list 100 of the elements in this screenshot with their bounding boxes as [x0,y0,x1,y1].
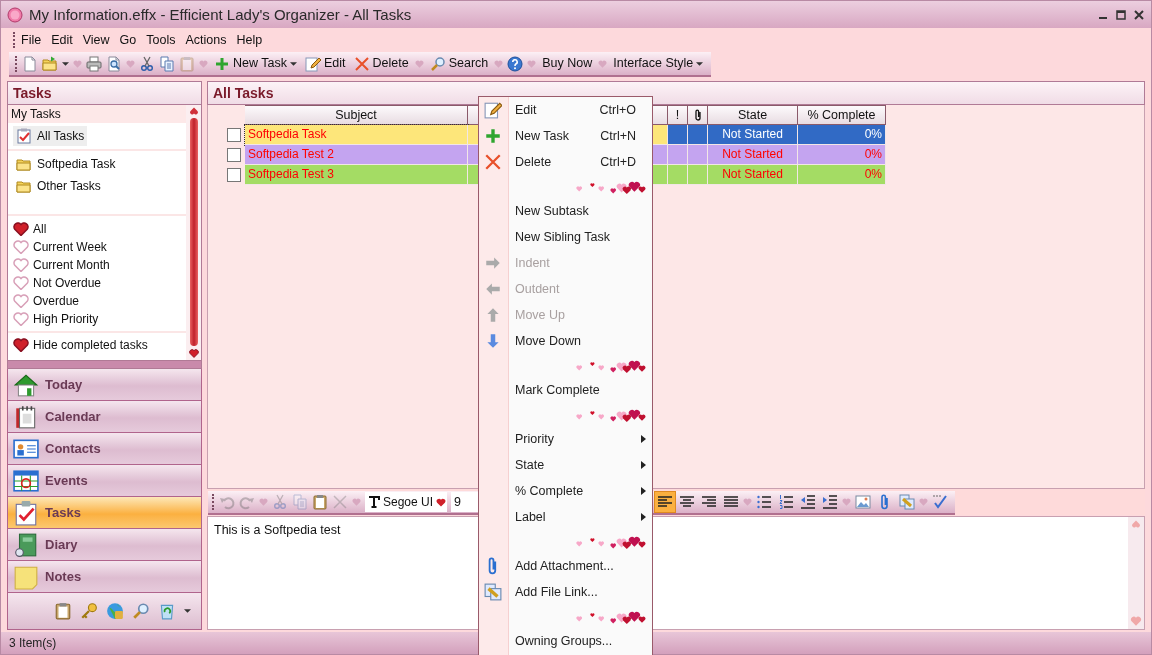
column-header[interactable]: Subject [245,105,468,125]
nav-button[interactable]: Events [7,465,202,497]
caret-icon[interactable] [62,61,69,66]
caret-icon[interactable] [184,609,191,613]
search-icon[interactable] [132,602,150,620]
menu-item[interactable]: Edit [46,30,78,50]
menu-item[interactable]: State [479,452,652,478]
menu-item[interactable]: New Subtask [479,198,652,224]
panel-title: Tasks [7,81,202,105]
nav-button[interactable]: Calendar [7,401,202,433]
nav-button[interactable]: Contacts [7,433,202,465]
maximize-icon[interactable] [1115,8,1127,21]
caret-icon [289,61,297,66]
printer-icon[interactable] [86,55,102,72]
scroll-up-icon [188,107,199,115]
table-cell[interactable] [668,165,688,185]
heart-divider-icon [259,498,268,506]
menu-item[interactable]: New Task Ctrl+N [479,123,652,149]
buy-now-button[interactable]: Buy Now [540,55,595,72]
table-cell[interactable] [668,145,688,165]
scrollbar[interactable] [186,105,201,360]
delete-icon [484,153,502,171]
delete-button[interactable]: Delete [351,54,411,73]
tree-header: My Tasks [11,106,61,122]
window-title: My Information.effx - Efficient Lady's Organizer - All Tasks [29,5,413,24]
menu-item[interactable]: Mark Complete [479,377,652,403]
edit-button[interactable]: Edit [302,54,348,73]
filter-item[interactable]: Current Month [13,256,110,274]
submenu-arrow-icon [641,513,646,521]
font-icon [368,496,380,508]
align-left-button[interactable] [654,491,676,513]
menu-item[interactable]: Move Down [479,328,652,354]
file-link-icon [899,494,915,510]
tree-item[interactable]: All Tasks [13,126,88,146]
filter-item[interactable]: High Priority [13,310,99,328]
indent-icon [822,494,838,510]
key-icon[interactable] [80,602,98,620]
interface-style-button[interactable]: Interface Style [611,55,706,72]
menu-item[interactable]: Add Attachment... [479,553,652,579]
recycle-bin-icon[interactable] [158,602,176,620]
menu-item[interactable]: Owning Groups... [479,628,652,654]
table-cell[interactable] [668,125,688,145]
menu-item[interactable]: Actions [180,30,232,50]
search-icon [429,55,446,72]
dropdown-heart-icon[interactable] [436,497,447,507]
clipboard-icon[interactable] [54,602,72,620]
filter-item[interactable]: All [13,220,47,238]
column-header[interactable]: State [708,105,798,125]
menu-item[interactable]: Add File Link... [479,579,652,605]
tree-item[interactable]: Other Tasks [13,176,104,196]
column-header[interactable] [688,105,708,125]
table-cell[interactable]: Not Started [708,125,798,145]
table-cell[interactable] [688,165,708,185]
help-icon[interactable] [507,55,524,72]
submenu-arrow-icon [641,435,646,443]
close-icon[interactable] [1133,8,1145,21]
table-cell[interactable] [688,145,708,165]
checkbox[interactable] [227,168,241,182]
new-document-icon[interactable] [22,55,38,72]
checkbox[interactable] [227,128,241,142]
nav-button[interactable]: Diary [7,529,202,561]
globe-icon[interactable] [106,602,124,620]
font-field[interactable]: Segoe UI [365,492,447,512]
nav-button[interactable]: Notes [7,561,202,593]
nav-button[interactable]: Tasks [7,497,202,529]
menu-item[interactable]: Delete Ctrl+D [479,149,652,175]
column-header[interactable]: % Complete [798,105,886,125]
align-center-icon [679,494,695,510]
filter-item[interactable]: Not Overdue [13,274,102,292]
table-cell[interactable] [688,125,708,145]
file-link-icon [484,583,502,601]
tree-item[interactable]: Softpedia Task [13,154,119,174]
file-link-button[interactable] [896,491,918,513]
events-grid-icon [13,467,39,494]
menu-item[interactable]: New Sibling Task [479,224,652,250]
filter-item[interactable]: Current Week [13,238,107,256]
heart-divider-icon [126,59,135,68]
print-preview-icon[interactable] [106,55,122,72]
heart-divider-icon [842,498,851,506]
menu-item[interactable]: Priority [479,426,652,452]
book-icon [13,531,39,558]
copy-icon[interactable] [159,55,175,72]
menu-item[interactable]: View [77,30,115,50]
table-cell[interactable]: 0% [798,125,886,145]
hide-completed-checkbox[interactable]: Hide completed tasks [13,336,148,354]
scissors-icon[interactable] [139,55,155,72]
filter-item[interactable]: Overdue [13,292,80,310]
menu-item[interactable]: File [16,30,47,50]
new-task-button[interactable]: New Task [212,54,299,73]
menu-item[interactable]: Go [114,30,142,50]
scrollbar[interactable] [1128,517,1144,629]
checkbox[interactable] [227,148,241,162]
nav-button[interactable]: Today [7,369,202,401]
menu-item[interactable]: Help [231,30,268,50]
paperclip-icon [693,109,702,121]
heart-divider-icon [598,59,608,68]
clipboard-icon[interactable] [312,494,328,510]
column-header[interactable]: ! [668,105,688,125]
search-button[interactable]: Search [427,54,491,73]
menu-item[interactable]: Tools [141,30,181,50]
